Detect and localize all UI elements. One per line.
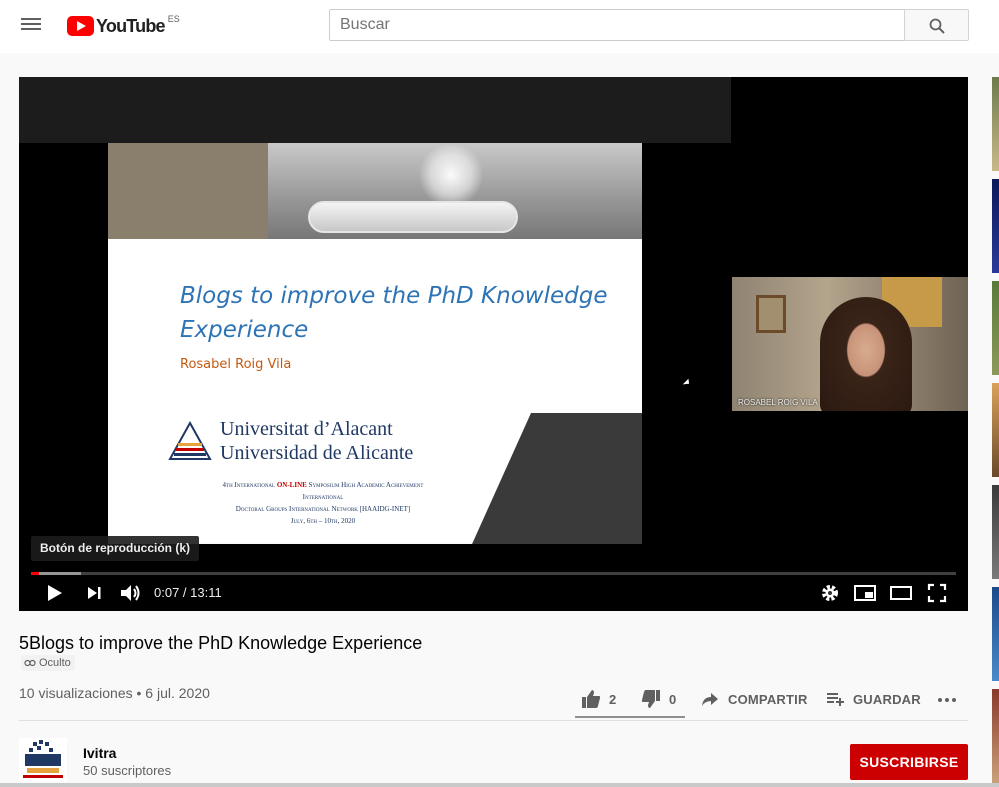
play-icon (48, 585, 62, 601)
slide-title: Blogs to improve the PhD Knowledge Exper… (180, 283, 608, 343)
sidebar-thumbnail[interactable] (992, 281, 999, 375)
webcam-speaker-name: ROSABEL ROIG VILA (738, 398, 818, 407)
youtube-watch-page: YouTube ES Blogs to improve the PhD Know… (0, 0, 999, 787)
video-top-bar (19, 77, 731, 143)
logo-text: YouTube (96, 15, 166, 36)
fullscreen-button[interactable] (925, 580, 949, 606)
sidebar-thumbnail[interactable] (992, 587, 999, 681)
privacy-label: Oculto (39, 657, 71, 669)
miniplayer-button[interactable] (853, 580, 877, 606)
fullscreen-icon (927, 583, 947, 603)
sentiment-like-fill (575, 716, 685, 718)
mouse-cursor (682, 378, 692, 388)
search-input[interactable] (330, 10, 905, 40)
settings-button[interactable] (819, 580, 841, 606)
symposium-line4: July, 6th – 10th, 2020 (290, 517, 356, 525)
symposium-info: 4th International ON-LINE Symposium High… (138, 479, 508, 527)
play-button[interactable] (43, 580, 67, 606)
video-meta: 10 visualizaciones • 6 jul. 2020 (19, 685, 210, 701)
current-time: 0:07 (154, 585, 180, 600)
university-name-line1: Universitat d’Alacant (220, 418, 393, 440)
save-playlist-icon (827, 693, 844, 706)
like-icon (582, 690, 601, 708)
next-button[interactable] (83, 580, 107, 606)
like-button[interactable]: 2 (581, 684, 616, 714)
webcam-picture-frame (756, 295, 786, 333)
more-icon (938, 698, 956, 702)
symposium-line1-pre: 4th International (222, 481, 276, 489)
subscribe-button[interactable]: SUSCRIBIRSE (850, 744, 968, 780)
duration: 13:11 (190, 585, 222, 600)
dislike-icon (641, 690, 660, 708)
slide-header-photo (268, 143, 642, 239)
save-button[interactable]: GUARDAR (825, 684, 921, 714)
symposium-line2: International (302, 493, 344, 501)
speaker-webcam: ROSABEL ROIG VILA (732, 277, 968, 411)
privacy-badge: Oculto (21, 655, 75, 671)
progress-bar[interactable] (31, 572, 956, 575)
dislike-button[interactable]: 0 (641, 684, 676, 714)
university-name: Universitat d’Alacant Universidad de Ali… (220, 417, 413, 465)
masthead: YouTube ES (0, 0, 999, 53)
university-name-line2: Universidad de Alicante (220, 442, 414, 464)
sidebar-thumbnail[interactable] (992, 485, 999, 579)
slide-photo-left (108, 143, 268, 239)
subscriber-count: 50 suscriptores (83, 763, 172, 778)
youtube-logo[interactable]: YouTube ES (67, 14, 180, 38)
video-player[interactable]: Blogs to improve the PhD Knowledge Exper… (19, 77, 968, 611)
lightbulb-graphic (416, 145, 486, 205)
phone-graphic (308, 201, 518, 233)
share-label: COMPARTIR (728, 691, 808, 707)
search-icon (929, 18, 945, 34)
theater-icon (890, 586, 912, 600)
sidebar-thumbnail[interactable] (992, 179, 999, 273)
youtube-play-logo-icon (67, 16, 94, 36)
sidebar-thumbnail[interactable] (992, 383, 999, 477)
more-actions-button[interactable] (936, 684, 958, 714)
video-title: 5Blogs to improve the PhD Knowledge Expe… (19, 633, 423, 653)
volume-icon (121, 585, 140, 601)
miniplayer-icon (854, 585, 876, 601)
speaker-person (820, 297, 912, 411)
settings-icon (822, 585, 838, 601)
next-icon (88, 587, 101, 599)
share-icon (702, 693, 718, 706)
sentiment-bar (575, 716, 685, 718)
country-code: ES (167, 14, 180, 24)
university-logo-icon (168, 421, 212, 460)
like-count: 2 (609, 691, 617, 707)
time-display: 0:07 / 13:11 (154, 585, 222, 600)
taskbar-edge (0, 783, 999, 787)
symposium-line3: Doctoral Groups International Network [H… (235, 505, 411, 513)
theater-mode-button[interactable] (889, 580, 913, 606)
slide-author: Rosabel Roig Vila (180, 357, 292, 372)
progress-played (31, 572, 40, 575)
search-box (329, 9, 905, 41)
channel-avatar[interactable] (19, 738, 67, 782)
search-button[interactable] (904, 9, 969, 41)
share-button[interactable]: COMPARTIR (700, 684, 808, 714)
play-button-tooltip: Botón de reproducción (k) (31, 536, 199, 561)
symposium-line1-post: Symposium High Academic Achievement (308, 481, 424, 489)
presentation-slide: Blogs to improve the PhD Knowledge Exper… (108, 143, 642, 544)
channel-name[interactable]: Ivitra (83, 745, 116, 761)
sidebar-thumbnail[interactable] (992, 689, 999, 783)
info-divider (19, 720, 968, 721)
symposium-line1-online: ON-LINE (276, 481, 307, 489)
volume-button[interactable] (118, 580, 144, 606)
dislike-count: 0 (669, 691, 677, 707)
sidebar-thumbnail[interactable] (992, 77, 999, 171)
link-icon (24, 659, 36, 667)
menu-icon[interactable] (20, 15, 42, 35)
save-label: GUARDAR (853, 691, 921, 707)
